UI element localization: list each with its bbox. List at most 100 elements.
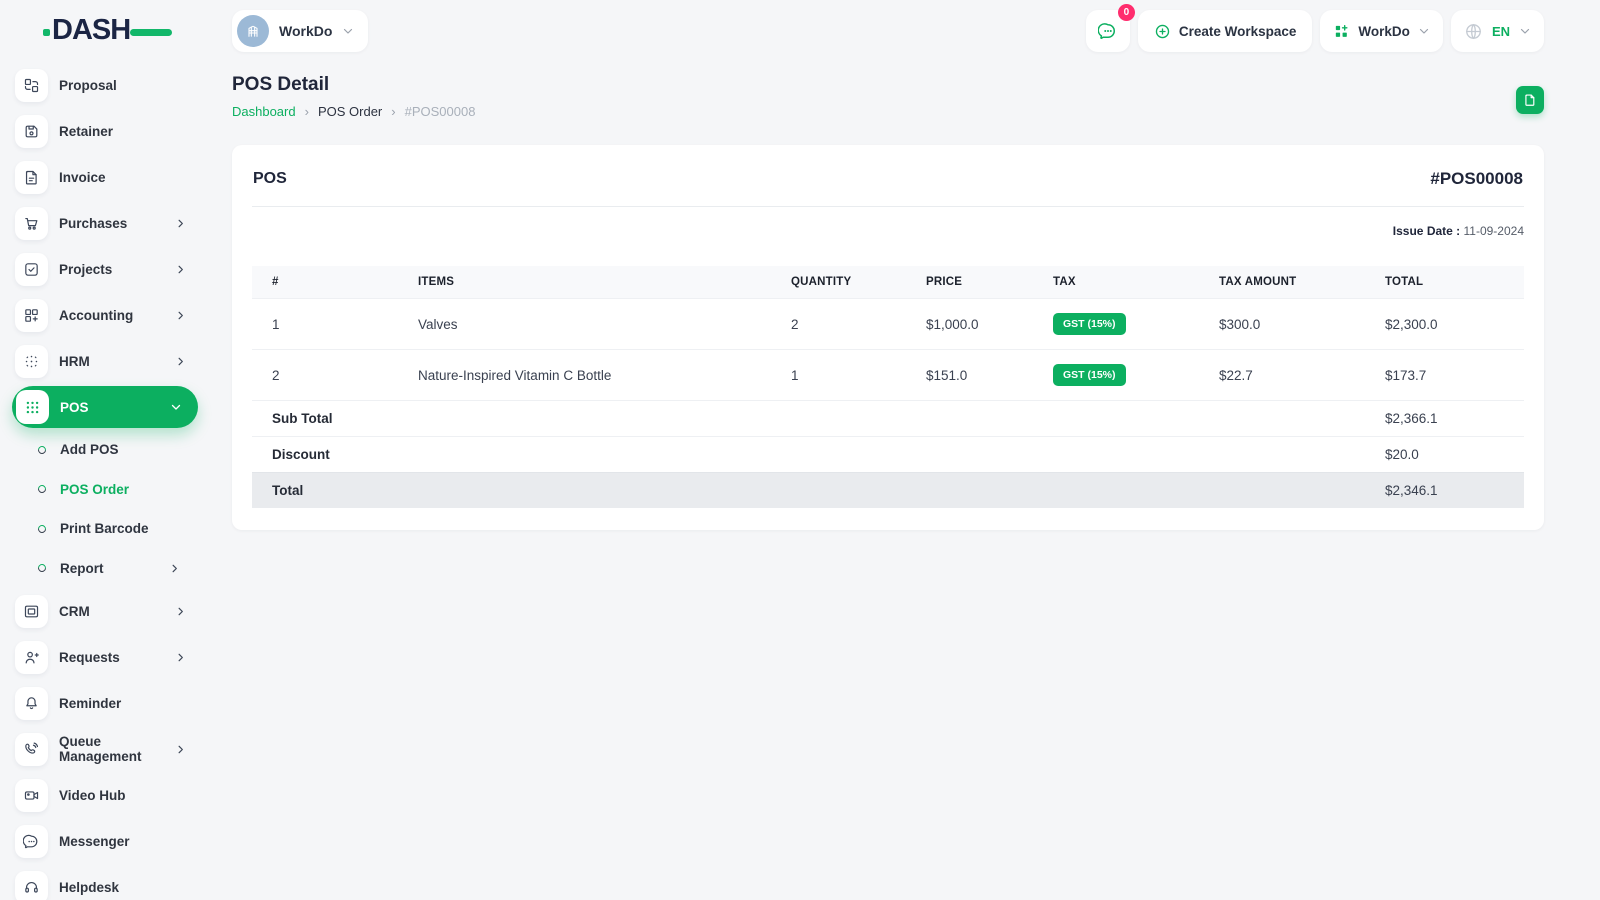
cell-number: 2	[252, 349, 398, 401]
sidebar-item-purchases[interactable]: Purchases	[0, 200, 212, 246]
sidebar-item-proposal[interactable]: Proposal	[0, 62, 212, 108]
chevron-down-icon	[170, 401, 182, 413]
sidebar-item-projects[interactable]: Projects	[0, 246, 212, 292]
sidebar-item-label: Messenger	[59, 833, 130, 849]
accounting-icon	[15, 298, 48, 332]
discount-row: Discount $20.0	[252, 436, 1524, 473]
crm-icon	[15, 594, 48, 628]
sidebar-item-label: Helpdesk	[59, 879, 120, 895]
bell-icon	[15, 686, 48, 720]
workspace-avatar	[237, 15, 269, 47]
main-content: WorkDo 0 Create Workspace WorkDo EN POS …	[212, 0, 1600, 530]
cell-quantity: 1	[771, 349, 906, 401]
top-header: WorkDo 0 Create Workspace WorkDo EN	[232, 0, 1544, 58]
sidebar-item-reminder[interactable]: Reminder	[0, 680, 212, 726]
headset-icon	[15, 870, 48, 900]
projects-icon	[15, 252, 48, 286]
workspace-switcher-label: WorkDo	[1358, 23, 1410, 39]
chevron-right-icon	[175, 310, 186, 321]
total-value: $2,346.1	[1365, 472, 1524, 508]
discount-label: Discount	[252, 436, 1365, 473]
header-actions: 0 Create Workspace WorkDo EN	[1085, 4, 1544, 52]
create-workspace-label: Create Workspace	[1178, 23, 1297, 39]
issue-date-label: Issue Date :	[1392, 224, 1461, 238]
sidebar-item-accounting[interactable]: Accounting	[0, 292, 212, 338]
page-title: POS Detail	[232, 74, 330, 95]
messages-button[interactable]: 0	[1085, 4, 1135, 52]
table-row: 2 Nature-Inspired Vitamin C Bottle 1 $15…	[252, 349, 1524, 401]
col-total: TOTAL	[1385, 276, 1424, 288]
col-items: ITEMS	[418, 276, 455, 288]
notification-badge: 0	[1117, 4, 1135, 21]
breadcrumb-pos-order-link[interactable]: POS Order	[318, 104, 382, 119]
sidebar-item-hrm[interactable]: HRM	[0, 338, 212, 384]
sidebar-subitem-label: Report	[60, 560, 104, 576]
cell-total: $2,300.0	[1365, 298, 1524, 350]
document-export-button[interactable]	[1516, 86, 1544, 114]
dash-logo[interactable]: DASH	[43, 14, 172, 50]
proposal-icon	[15, 68, 48, 102]
hrm-icon	[15, 344, 48, 378]
sidebar-item-pos[interactable]: POS	[12, 386, 198, 428]
submenu-bullet-icon	[36, 523, 48, 535]
submenu-bullet-icon	[36, 483, 48, 495]
sidebar-item-invoice[interactable]: Invoice	[0, 154, 212, 200]
pos-items-table: # ITEMS QUANTITY PRICE TAX TAX AMOUNT TO…	[252, 266, 1524, 508]
sidebar-item-helpdesk[interactable]: Helpdesk	[0, 864, 212, 900]
sidebar-subitem-label: POS Order	[60, 481, 130, 497]
logo-dash-accent	[130, 29, 172, 36]
cell-tax: GST (15%)	[1033, 349, 1199, 401]
breadcrumb: Dashboard › POS Order › #POS00008	[232, 104, 1544, 119]
breadcrumb-dashboard-link[interactable]: Dashboard	[232, 104, 296, 119]
discount-value: $20.0	[1365, 436, 1524, 473]
cell-quantity: 2	[771, 298, 906, 350]
workspace-selector[interactable]: WorkDo	[232, 10, 369, 52]
sidebar-item-queue-management[interactable]: Queue Management	[0, 726, 212, 772]
create-workspace-button[interactable]: Create Workspace	[1137, 10, 1313, 52]
cell-tax: GST (15%)	[1033, 298, 1199, 350]
sidebar-item-label: Projects	[59, 261, 113, 277]
sidebar-item-label: Reminder	[59, 695, 122, 711]
chevron-right-icon	[175, 606, 186, 617]
col-quantity: QUANTITY	[791, 276, 852, 288]
total-label: Total	[252, 472, 1365, 508]
sidebar-item-label: POS	[60, 399, 89, 415]
sidebar-nav: Proposal Retainer Invoice Purchases Proj…	[0, 62, 212, 900]
sidebar-subitem-report[interactable]: Report	[0, 549, 212, 589]
breadcrumb-current: #POS00008	[404, 104, 476, 119]
sidebar-item-label: Queue Management	[59, 734, 142, 764]
sidebar-item-label: Accounting	[59, 307, 134, 323]
workspace-grid-icon	[1336, 24, 1348, 37]
sidebar-subitem-print-barcode[interactable]: Print Barcode	[0, 509, 212, 549]
logo-text: DASH	[52, 14, 131, 46]
cell-item: Valves	[398, 298, 771, 350]
tax-badge: GST (15%)	[1053, 364, 1126, 386]
sidebar-subitem-label: Add POS	[60, 442, 119, 458]
sidebar-subitem-pos-order[interactable]: POS Order	[0, 470, 212, 510]
video-camera-icon	[15, 778, 48, 812]
sidebar-item-video-hub[interactable]: Video Hub	[0, 772, 212, 818]
sidebar-item-messenger[interactable]: Messenger	[0, 818, 212, 864]
submenu-bullet-icon	[36, 444, 48, 456]
sidebar-item-label: Purchases	[59, 215, 128, 231]
chat-bubble-icon	[15, 824, 48, 858]
workspace-switcher[interactable]: WorkDo	[1320, 10, 1443, 52]
sidebar-subitem-label: Print Barcode	[60, 521, 149, 537]
sidebar-item-retainer[interactable]: Retainer	[0, 108, 212, 154]
sidebar-item-requests[interactable]: Requests	[0, 634, 212, 680]
sidebar-item-crm[interactable]: CRM	[0, 588, 212, 634]
language-selector[interactable]: EN	[1450, 10, 1544, 52]
workspace-name: WorkDo	[279, 23, 333, 39]
chevron-right-icon	[175, 218, 186, 229]
sidebar-item-label: Retainer	[59, 123, 114, 139]
table-header-row: # ITEMS QUANTITY PRICE TAX TAX AMOUNT TO…	[252, 266, 1524, 299]
chevron-right-icon	[175, 652, 186, 663]
invoice-icon	[15, 160, 48, 194]
chat-bubble-icon	[1097, 23, 1115, 39]
chevron-down-icon	[344, 28, 353, 34]
sidebar-item-label: CRM	[59, 603, 90, 619]
subtotal-value: $2,366.1	[1365, 400, 1524, 437]
total-row: Total $2,346.1	[252, 472, 1524, 508]
sidebar-subitem-add-pos[interactable]: Add POS	[0, 430, 212, 470]
col-number: #	[272, 276, 279, 288]
